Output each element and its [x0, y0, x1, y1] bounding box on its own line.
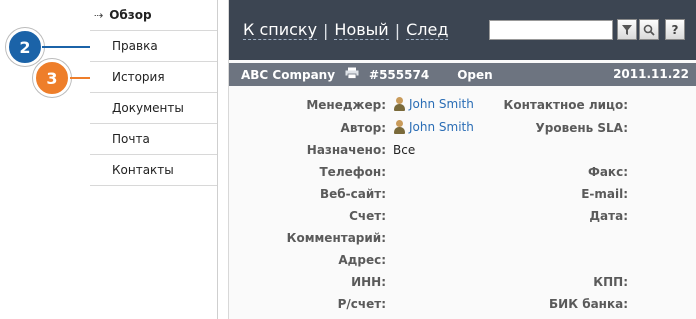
author-label: Автор:: [340, 121, 386, 135]
manager-link[interactable]: John Smith: [393, 97, 474, 111]
assigned-label: Назначено:: [306, 143, 386, 157]
address-label: Адрес:: [338, 253, 386, 267]
ticket-status: Open: [457, 67, 493, 82]
callout-line-2: [42, 46, 94, 48]
magnifier-icon: [643, 24, 655, 36]
callout-badge-3: 3: [33, 59, 71, 97]
inn-label: ИНН:: [351, 275, 386, 289]
date-label: Дата:: [589, 209, 628, 223]
user-icon: [393, 120, 405, 134]
email-label: E-mail:: [581, 187, 628, 201]
sidebar-item-label: Почта: [112, 132, 150, 146]
sidebar-item-edit[interactable]: Правка: [90, 31, 217, 62]
next-ticket-link[interactable]: След: [406, 20, 449, 40]
rschet-label: Р/счет:: [337, 297, 386, 311]
ticket-nav: К списку | Новый | След: [243, 20, 449, 40]
phone-label: Телефон:: [319, 165, 387, 179]
sidebar-item-contacts[interactable]: Контакты: [90, 155, 217, 186]
account-label: Счет:: [349, 209, 386, 223]
current-arrow-icon: ⇢: [94, 8, 104, 22]
sidebar-item-documents[interactable]: Документы: [90, 93, 217, 124]
help-button[interactable]: ?: [665, 19, 685, 40]
nav-separator: |: [323, 20, 329, 40]
back-to-list-link[interactable]: К списку: [243, 20, 318, 40]
sla-level-label: Уровень SLA:: [535, 121, 628, 135]
ticket-date: 2011.11.22: [613, 67, 689, 81]
search-button[interactable]: [639, 19, 659, 40]
callout-badge-2: 2: [6, 28, 44, 66]
comment-label: Комментарий:: [286, 231, 386, 245]
nav-separator: |: [394, 20, 401, 40]
contact-person-label: Контактное лицо:: [503, 98, 628, 112]
search-input[interactable]: [489, 20, 613, 40]
website-label: Веб-сайт:: [319, 187, 386, 201]
manager-name: John Smith: [409, 97, 474, 111]
bik-label: БИК банка:: [549, 297, 628, 311]
sidebar-item-overview[interactable]: ⇢ Обзор: [90, 0, 217, 31]
new-ticket-link[interactable]: Новый: [334, 20, 389, 40]
top-toolbar: К списку | Новый | След ?: [229, 0, 696, 60]
user-icon: [393, 97, 405, 111]
sidebar-item-label: Обзор: [109, 8, 152, 22]
sidebar-item-label: История: [112, 70, 165, 84]
printer-icon[interactable]: [345, 67, 359, 82]
kpp-label: КПП:: [593, 275, 628, 289]
ticket-info-bar: ABC Company #555574 Open 2011.11.22: [229, 63, 696, 86]
funnel-icon: [622, 24, 632, 35]
author-name: John Smith: [409, 120, 474, 134]
sidebar-item-label: Контакты: [112, 163, 174, 177]
sidebar: ⇢ Обзор Правка История Документы Почта К…: [90, 0, 218, 319]
sidebar-item-mail[interactable]: Почта: [90, 124, 217, 155]
sidebar-item-label: Документы: [112, 101, 184, 115]
sidebar-item-history[interactable]: История: [90, 62, 217, 93]
sidebar-item-label: Правка: [112, 39, 158, 53]
manager-label: Менеджер:: [306, 98, 386, 112]
ticket-number: #555574: [369, 67, 430, 82]
ticket-panel: К списку | Новый | След ? ABC Company #5…: [228, 0, 696, 319]
fax-label: Факс:: [587, 165, 628, 179]
filter-button[interactable]: [617, 19, 637, 40]
author-link[interactable]: John Smith: [393, 120, 474, 134]
company-name: ABC Company: [241, 67, 336, 82]
assigned-value: Все: [393, 143, 416, 157]
